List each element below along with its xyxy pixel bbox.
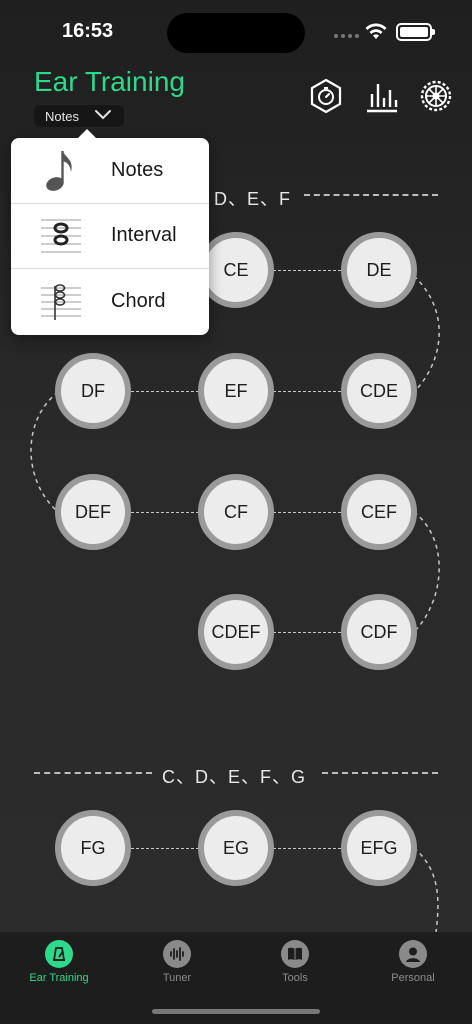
tab-label: Tuner xyxy=(162,972,192,984)
tab-personal[interactable]: Personal xyxy=(354,932,472,992)
home-indicator xyxy=(152,1009,320,1014)
tab-label: Ear Training xyxy=(29,972,89,984)
chord-node-cdef[interactable]: CDEF xyxy=(198,594,274,670)
menu-item-label: Notes xyxy=(111,158,164,181)
chord-node-cdf[interactable]: CDF xyxy=(341,594,417,670)
connector-line xyxy=(131,391,199,392)
connector-line xyxy=(273,391,341,392)
chord-node-de[interactable]: DE xyxy=(341,232,417,308)
section-label-2: C、D、E、F、G xyxy=(162,767,306,787)
tab-label: Tools xyxy=(282,972,308,984)
chord-node-cde[interactable]: CDE xyxy=(341,353,417,429)
book-icon xyxy=(281,940,309,968)
section-divider-right xyxy=(322,772,438,774)
section-divider-left xyxy=(34,772,152,774)
menu-item-chord[interactable]: Chord xyxy=(11,269,209,335)
chord-node-eg[interactable]: EG xyxy=(198,810,274,886)
menu-item-label: Chord xyxy=(111,290,166,313)
connector-line xyxy=(131,512,199,513)
connector-line xyxy=(273,512,341,513)
mode-dropdown-menu: Notes Interval Chord xyxy=(11,129,209,335)
chord-node-cef[interactable]: CEF xyxy=(341,474,417,550)
chord-node-ef[interactable]: EF xyxy=(198,353,274,429)
tab-label: Personal xyxy=(391,972,435,984)
connector-line xyxy=(273,270,341,271)
tab-tools[interactable]: Tools xyxy=(236,932,354,992)
connector-line xyxy=(273,848,341,849)
chord-node-fg[interactable]: FG xyxy=(55,810,131,886)
menu-item-label: Interval xyxy=(111,224,177,247)
tuner-waveform-icon xyxy=(163,940,191,968)
chord-node-df[interactable]: DF xyxy=(55,353,131,429)
ear-training-icon xyxy=(45,940,73,968)
menu-item-interval[interactable]: Interval xyxy=(11,204,209,270)
tab-tuner[interactable]: Tuner xyxy=(118,932,236,992)
connector-line xyxy=(273,632,341,633)
tab-ear-training[interactable]: Ear Training xyxy=(0,932,118,992)
chord-node-cf[interactable]: CF xyxy=(198,474,274,550)
person-icon xyxy=(399,940,427,968)
chord-staff-icon xyxy=(41,284,81,320)
chord-node-def[interactable]: DEF xyxy=(55,474,131,550)
interval-staff-icon xyxy=(41,219,81,253)
eighth-note-icon xyxy=(46,151,72,192)
chord-node-ce[interactable]: CE xyxy=(198,232,274,308)
chord-node-efg[interactable]: EFG xyxy=(341,810,417,886)
menu-item-notes[interactable]: Notes xyxy=(11,138,209,204)
connector-line xyxy=(131,848,199,849)
